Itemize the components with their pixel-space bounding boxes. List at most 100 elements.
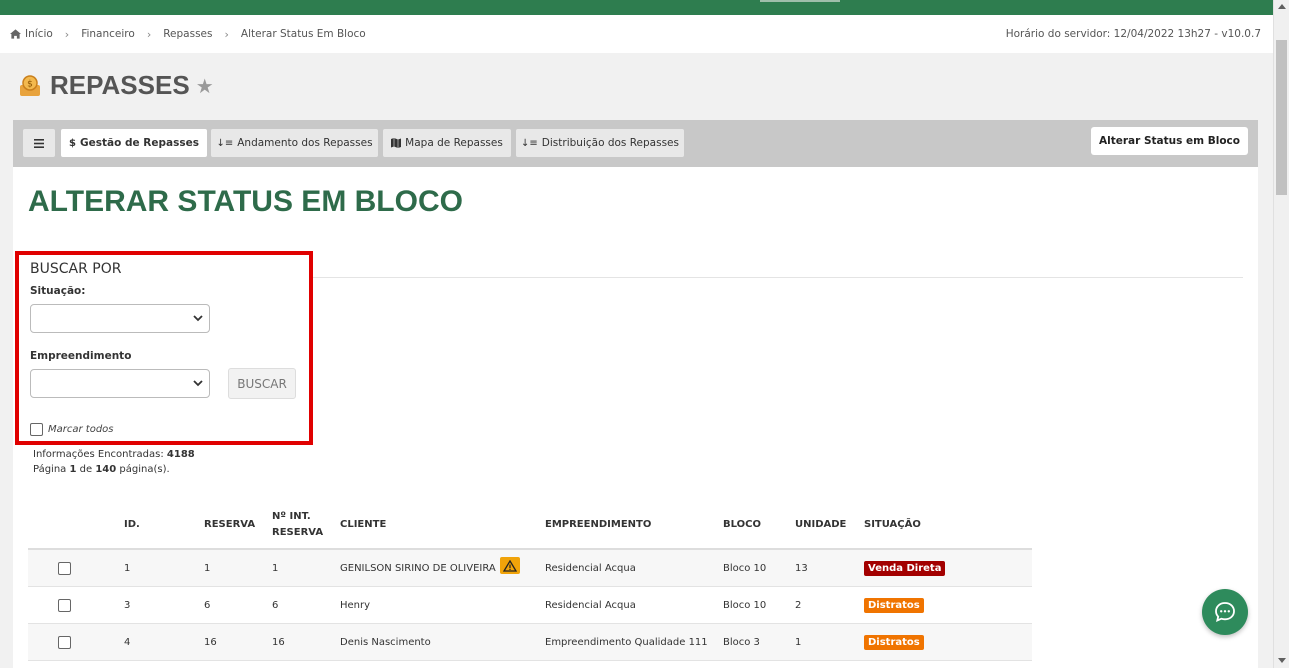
dollar-icon: $: [69, 137, 77, 149]
tab-gestao-de-repasses[interactable]: $ Gestão de Repasses: [61, 129, 207, 157]
results-info: Informações Encontradas: 4188 Página 1 d…: [33, 447, 195, 477]
warning-icon[interactable]: [499, 557, 520, 574]
top-bar-highlight: [760, 0, 840, 2]
tab-andamento-dos-repasses[interactable]: ↓≡ Andamento dos Repasses: [211, 129, 378, 157]
cell-empreendimento: Empreendimento Qualidade 111: [545, 637, 708, 648]
page-title: REPASSES: [50, 70, 190, 100]
browser-top-bar: [0, 0, 1273, 15]
cell-id: 1: [124, 563, 131, 574]
menu-button[interactable]: [23, 129, 55, 157]
breadcrumb-item-repasses[interactable]: Repasses: [163, 28, 212, 40]
col-id: ID.: [124, 519, 140, 530]
search-heading: BUSCAR POR: [30, 261, 122, 277]
results-count-value: 4188: [166, 449, 195, 460]
breadcrumb-item-current: Alterar Status Em Bloco: [240, 28, 366, 40]
col-empreendimento: EMPREENDIMENTO: [545, 519, 652, 530]
col-situacao: SITUAÇÃO: [864, 519, 921, 530]
page-info: Página 1 de 140 página(s).: [33, 462, 195, 477]
col-int-reserva: Nº INT. RESERVA: [272, 500, 323, 550]
cell-bloco: Bloco 10: [723, 563, 767, 574]
cell-int-reserva: 1: [272, 563, 279, 574]
cell-bloco: Bloco 10: [723, 600, 767, 611]
tab-distribuicao-dos-repasses[interactable]: ↓≡ Distribuição dos Repasses: [516, 129, 684, 157]
chevron-right-icon: ›: [64, 27, 70, 41]
results-count: Informações Encontradas: 4188: [33, 447, 195, 462]
cell-unidade: 2: [795, 600, 802, 611]
breadcrumb: Início › Financeiro › Repasses › Alterar…: [0, 28, 366, 41]
table-row: 1 1 1 GENILSON SIRINO DE OLIVEIRA Reside…: [28, 550, 1032, 587]
page-current: 1: [69, 464, 77, 475]
row-checkbox[interactable]: [58, 599, 71, 612]
tab-label: Mapa de Repasses: [405, 137, 503, 149]
col-unidade: UNIDADE: [795, 519, 847, 530]
scroll-up-icon[interactable]: [1278, 4, 1286, 9]
col-reserva: RESERVA: [204, 519, 256, 530]
page-of: de: [79, 464, 93, 475]
page-header: $ REPASSES ★: [18, 70, 214, 101]
cell-cliente: GENILSON SIRINO DE OLIVEIRA: [340, 550, 520, 587]
divider: [313, 277, 1243, 278]
breadcrumb-bar: Início › Financeiro › Repasses › Alterar…: [0, 15, 1273, 53]
results-count-label: Informações Encontradas:: [33, 449, 164, 460]
repasses-table: ID. RESERVA Nº INT. RESERVA CLIENTE EMPR…: [28, 500, 1032, 661]
alterar-status-em-bloco-button[interactable]: Alterar Status em Bloco: [1091, 127, 1248, 155]
situacao-label: Situação:: [30, 285, 86, 297]
star-icon[interactable]: ★: [196, 74, 214, 98]
empreendimento-select[interactable]: [30, 369, 210, 398]
cell-empreendimento: Residencial Acqua: [545, 600, 636, 611]
tab-label: Gestão de Repasses: [80, 137, 199, 149]
table-row: 3 6 6 Henry Residencial Acqua Bloco 10 2…: [28, 587, 1032, 624]
cell-int-reserva: 6: [272, 600, 279, 611]
status-badge: Venda Direta: [864, 561, 946, 576]
page-prefix: Página: [33, 464, 67, 475]
map-icon: [391, 138, 402, 148]
col-bloco: BLOCO: [723, 519, 761, 530]
mark-all-row: Marcar todos: [30, 423, 114, 436]
breadcrumb-item-financeiro[interactable]: Financeiro: [81, 28, 135, 40]
table-header: ID. RESERVA Nº INT. RESERVA CLIENTE EMPR…: [28, 500, 1032, 550]
scroll-down-icon[interactable]: [1278, 658, 1286, 663]
chat-icon: [1215, 602, 1235, 623]
cell-cliente: Henry: [340, 600, 371, 611]
cell-reserva: 1: [204, 563, 211, 574]
empreendimento-label: Empreendimento: [30, 350, 132, 362]
status-badge: Distratos: [864, 598, 924, 613]
col-int-reserva-line1: Nº INT.: [272, 511, 311, 522]
chat-button[interactable]: [1202, 589, 1248, 635]
page-suffix: página(s).: [119, 464, 170, 475]
cell-unidade: 13: [795, 563, 808, 574]
chevron-down-icon: [193, 380, 203, 387]
cliente-name: GENILSON SIRINO DE OLIVEIRA: [340, 563, 496, 574]
home-icon: [10, 29, 21, 39]
cell-unidade: 1: [795, 637, 802, 648]
cell-cliente: Denis Nascimento: [340, 637, 431, 648]
row-checkbox[interactable]: [58, 636, 71, 649]
sort-icon: ↓≡: [521, 137, 538, 149]
tab-mapa-de-repasses[interactable]: Mapa de Repasses: [383, 129, 511, 157]
scrollbar-thumb[interactable]: [1276, 40, 1287, 195]
tab-label: Andamento dos Repasses: [237, 137, 373, 149]
buscar-button[interactable]: BUSCAR: [228, 368, 296, 399]
col-cliente: CLIENTE: [340, 519, 387, 530]
page-scrollbar[interactable]: [1273, 0, 1289, 668]
tab-label: Distribuição dos Repasses: [541, 137, 679, 149]
chevron-right-icon: ›: [146, 27, 152, 41]
mark-all-checkbox[interactable]: [30, 423, 43, 436]
cell-bloco: Bloco 3: [723, 637, 760, 648]
situacao-select[interactable]: [30, 304, 210, 333]
cell-int-reserva: 16: [272, 637, 285, 648]
nav-panel: $ Gestão de Repasses ↓≡ Andamento dos Re…: [13, 120, 1258, 167]
page-total: 140: [95, 464, 117, 475]
status-badge: Distratos: [864, 635, 924, 650]
cell-reserva: 16: [204, 637, 217, 648]
sort-icon: ↓≡: [216, 137, 234, 149]
breadcrumb-item-inicio[interactable]: Início: [25, 28, 53, 40]
svg-text:$: $: [27, 79, 33, 89]
row-checkbox[interactable]: [58, 562, 71, 575]
cell-empreendimento: Residencial Acqua: [545, 563, 636, 574]
cell-reserva: 6: [204, 600, 211, 611]
section-title: ALTERAR STATUS EM BLOCO: [28, 185, 463, 218]
chevron-down-icon: [193, 315, 203, 322]
col-int-reserva-line2: RESERVA: [272, 527, 324, 538]
server-time: Horário do servidor: 12/04/2022 13h27 - …: [1005, 28, 1261, 40]
